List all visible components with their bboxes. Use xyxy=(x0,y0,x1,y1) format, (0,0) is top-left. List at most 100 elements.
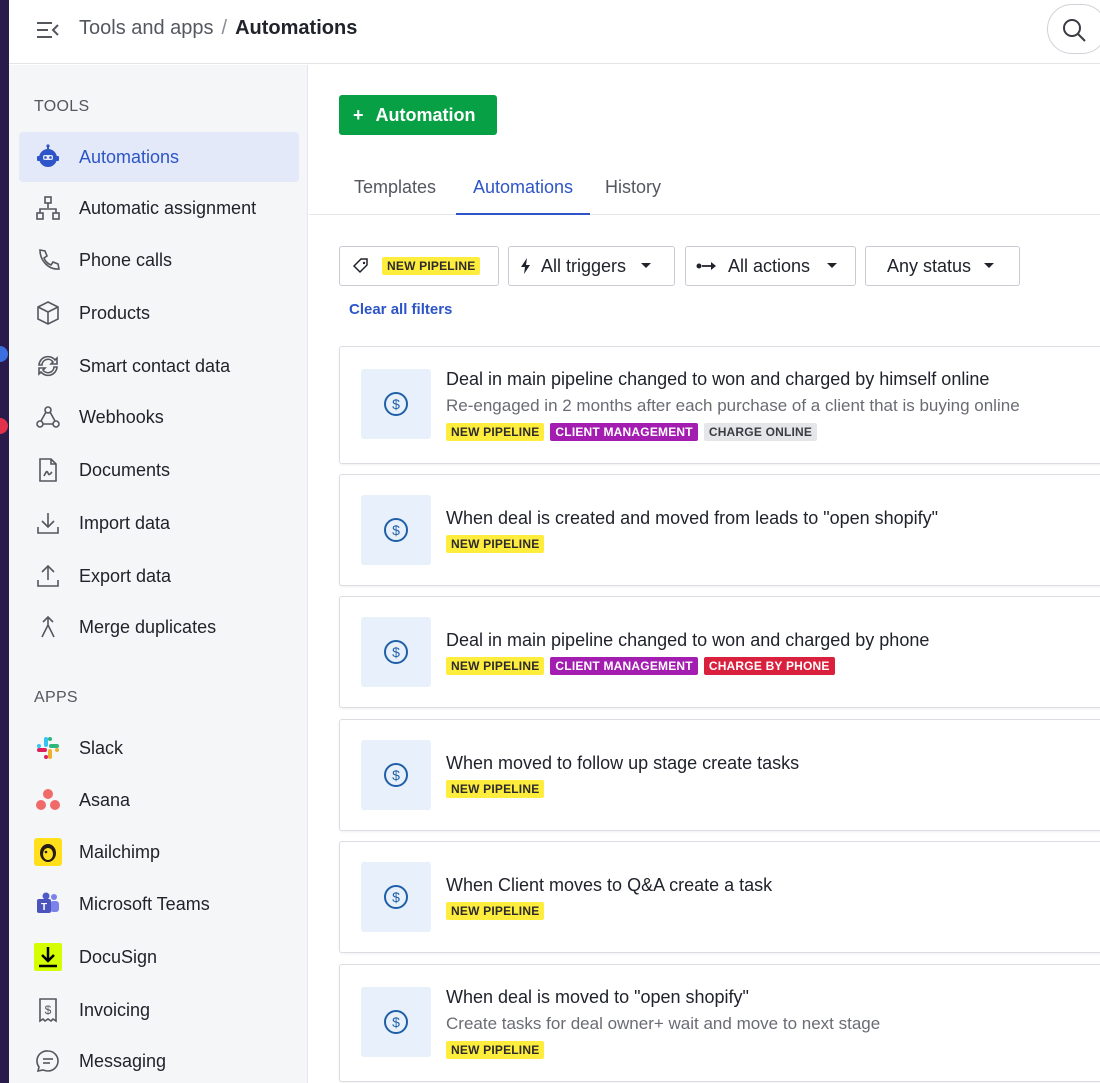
automation-card[interactable]: $ Deal in main pipeline changed to won a… xyxy=(339,346,1100,464)
sidebar-item-import-data[interactable]: Import data xyxy=(19,498,299,548)
docusign-icon xyxy=(33,942,63,972)
sidebar-item-slack[interactable]: Slack xyxy=(19,723,299,773)
sidebar-item-label: Phone calls xyxy=(79,249,173,270)
sidebar-item-products[interactable]: Products xyxy=(19,288,299,338)
chevron-down-icon xyxy=(641,263,652,268)
sidebar-item-microsoft-teams[interactable]: T Microsoft Teams xyxy=(19,879,299,929)
sidebar-item-automations[interactable]: Automations xyxy=(19,132,299,182)
sidebar-item-label: Documents xyxy=(79,459,171,480)
automation-card[interactable]: $ When moved to follow up stage create t… xyxy=(339,719,1100,831)
tools-section-title: TOOLS xyxy=(34,98,90,115)
tag-client-management: CLIENT MANAGEMENT xyxy=(550,423,698,441)
tag-new-pipeline: NEW PIPELINE xyxy=(446,535,545,553)
card-tags: NEW PIPELINE xyxy=(446,535,545,553)
phone-icon xyxy=(33,245,63,275)
sidebar-item-webhooks[interactable]: Webhooks xyxy=(19,392,299,442)
tab-templates[interactable]: Templates xyxy=(354,177,436,215)
breadcrumb: Tools and apps / Automations xyxy=(79,17,357,40)
sidebar-item-label: Automations xyxy=(79,146,180,167)
sidebar: TOOLS Automations Automatic assignment P… xyxy=(9,65,308,1083)
sidebar-item-automatic-assignment[interactable]: Automatic assignment xyxy=(19,183,299,233)
sync-icon xyxy=(33,351,63,381)
sidebar-item-label: Products xyxy=(79,302,151,323)
dollar-icon: $ xyxy=(361,369,431,439)
sidebar-item-merge-duplicates[interactable]: Merge duplicates xyxy=(19,602,299,652)
card-title: When deal is created and moved from lead… xyxy=(446,508,939,528)
sidebar-item-label: Automatic assignment xyxy=(79,197,257,218)
automations-robot-icon xyxy=(33,142,63,172)
card-title: Deal in main pipeline changed to won and… xyxy=(446,369,990,389)
tag-new-pipeline: NEW PIPELINE xyxy=(446,902,545,920)
tag-charge-online: CHARGE ONLINE xyxy=(703,423,818,441)
main-content: + Automation Templates Automations Histo… xyxy=(309,65,1100,1083)
automation-card[interactable]: $ When deal is moved to "open shopify" C… xyxy=(339,964,1100,1082)
window-edge xyxy=(0,0,9,1083)
status-filter-label: Any status xyxy=(887,255,972,276)
tag-charge-by-phone: CHARGE BY PHONE xyxy=(703,657,835,675)
top-bar: Tools and apps / Automations xyxy=(9,0,1100,64)
document-icon xyxy=(33,455,63,485)
clear-filters-link[interactable]: Clear all filters xyxy=(349,301,452,318)
invoice-icon: $ xyxy=(33,995,63,1025)
sidebar-item-asana[interactable]: Asana xyxy=(19,775,299,825)
tab-automations[interactable]: Automations xyxy=(456,177,590,215)
sidebar-item-label: Import data xyxy=(79,512,171,533)
apps-section-title: APPS xyxy=(34,689,78,706)
sidebar-item-label: Asana xyxy=(79,789,131,810)
breadcrumb-current: Automations xyxy=(235,17,358,39)
card-tags: NEW PIPELINE xyxy=(446,902,545,920)
svg-text:$: $ xyxy=(392,1014,400,1030)
breadcrumb-separator: / xyxy=(221,17,228,39)
tab-history[interactable]: History xyxy=(605,177,661,215)
actions-filter[interactable]: All actions xyxy=(685,246,856,286)
teams-icon: T xyxy=(33,889,63,919)
sidebar-item-invoicing[interactable]: $ Invoicing xyxy=(19,985,299,1035)
dollar-icon: $ xyxy=(361,617,431,687)
message-icon xyxy=(33,1046,63,1076)
tabs: Templates Automations History xyxy=(309,165,1100,215)
card-title: When moved to follow up stage create tas… xyxy=(446,753,800,773)
webhook-icon xyxy=(33,402,63,432)
automation-card[interactable]: $ Deal in main pipeline changed to won a… xyxy=(339,596,1100,708)
sidebar-item-label: Slack xyxy=(79,737,124,758)
pipeline-filter[interactable]: NEW PIPELINE xyxy=(339,246,499,286)
svg-text:$: $ xyxy=(392,396,400,412)
card-tags: NEW PIPELINE CLIENT MANAGEMENT CHARGE ON… xyxy=(446,423,818,441)
sidebar-item-label: Smart contact data xyxy=(79,355,231,376)
sidebar-item-docusign[interactable]: DocuSign xyxy=(19,932,299,982)
triggers-filter[interactable]: All triggers xyxy=(508,246,675,286)
automation-card[interactable]: $ When deal is created and moved from le… xyxy=(339,474,1100,586)
collapse-menu-icon[interactable] xyxy=(35,19,61,41)
card-title: When deal is moved to "open shopify" xyxy=(446,987,749,1007)
sidebar-item-phone-calls[interactable]: Phone calls xyxy=(19,235,299,285)
status-filter[interactable]: Any status xyxy=(865,246,1020,286)
add-automation-label: Automation xyxy=(375,104,476,125)
sidebar-item-label: Merge duplicates xyxy=(79,616,217,637)
dollar-icon: $ xyxy=(361,987,431,1057)
search-icon xyxy=(1063,19,1086,42)
dollar-icon: $ xyxy=(361,740,431,810)
sidebar-item-documents[interactable]: Documents xyxy=(19,445,299,495)
search-button[interactable] xyxy=(1047,4,1100,54)
pipeline-filter-tag: NEW PIPELINE xyxy=(382,257,481,275)
dollar-icon: $ xyxy=(361,495,431,565)
sidebar-item-mailchimp[interactable]: Mailchimp xyxy=(19,827,299,877)
sidebar-item-export-data[interactable]: Export data xyxy=(19,551,299,601)
add-automation-button[interactable]: + Automation xyxy=(339,95,497,135)
edge-dot-blue xyxy=(0,346,8,362)
tag-new-pipeline: NEW PIPELINE xyxy=(446,780,545,798)
sidebar-item-smart-contact-data[interactable]: Smart contact data xyxy=(19,341,299,391)
card-subtitle: Re-engaged in 2 months after each purcha… xyxy=(446,396,1020,415)
sidebar-item-label: Export data xyxy=(79,565,172,586)
svg-text:$: $ xyxy=(392,522,400,538)
sidebar-item-messaging[interactable]: Messaging xyxy=(19,1036,299,1083)
box-icon xyxy=(33,298,63,328)
svg-text:$: $ xyxy=(392,889,400,905)
merge-icon xyxy=(33,612,63,642)
sidebar-item-label: Mailchimp xyxy=(79,841,161,862)
tag-icon xyxy=(352,258,368,274)
breadcrumb-parent[interactable]: Tools and apps xyxy=(79,17,214,40)
plus-icon: + xyxy=(353,104,364,125)
svg-text:T: T xyxy=(41,902,47,913)
automation-card[interactable]: $ When Client moves to Q&A create a task… xyxy=(339,841,1100,953)
